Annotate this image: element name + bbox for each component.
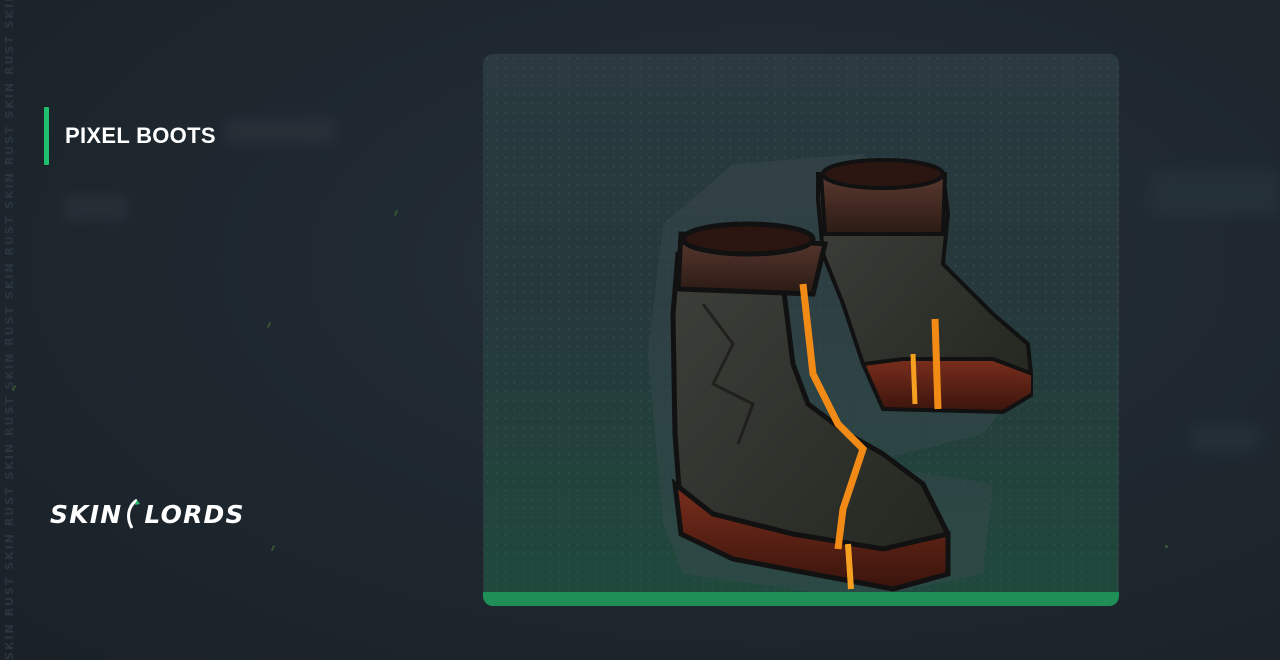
blurred-decoration: [1150, 170, 1280, 216]
decorative-speck: [270, 544, 276, 552]
item-card: [483, 54, 1119, 606]
blurred-decoration: [225, 118, 335, 144]
title-accent-bar: [44, 107, 49, 165]
side-watermark: SKIN RUST SKIN RUST SKIN RUST SKIN RUST …: [3, 0, 16, 660]
decorative-speck: [1164, 544, 1169, 549]
skinlords-logo: SKIN LORDS: [50, 498, 245, 530]
decorative-speck: [393, 209, 399, 217]
blurred-decoration: [62, 195, 128, 221]
blurred-decoration: [1190, 425, 1260, 451]
pixel-boots-image: [648, 154, 1033, 599]
logo-mark-icon: [124, 498, 142, 530]
item-title: PIXEL BOOTS: [65, 123, 216, 148]
decorative-speck: [266, 321, 272, 329]
card-bottom-bar: [483, 592, 1119, 606]
logo-text-left: SKIN: [50, 499, 123, 529]
logo-text-right: LORDS: [144, 499, 245, 529]
item-title-block: PIXEL BOOTS: [44, 107, 216, 165]
